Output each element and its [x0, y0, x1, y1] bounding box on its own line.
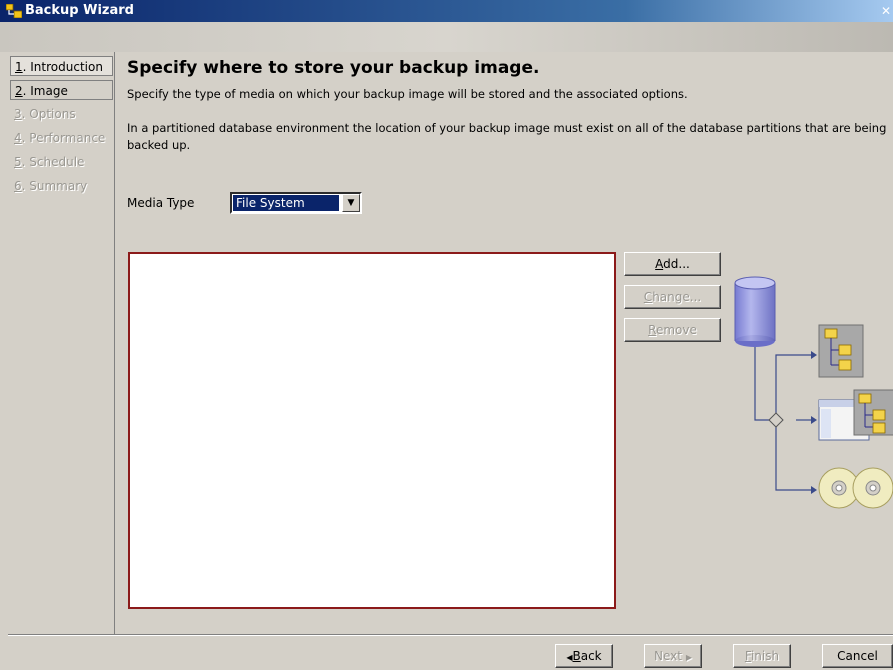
connector-lines: [754, 347, 811, 491]
close-icon[interactable]: ✕: [881, 3, 893, 19]
window-title: Backup Wizard: [25, 3, 134, 18]
database-icon: [734, 276, 776, 347]
wizard-banner: [0, 22, 893, 52]
finish-button: Finish: [733, 644, 791, 668]
diamond-junction: [768, 412, 784, 428]
nav-step-options: 3. Options: [14, 107, 76, 121]
media-type-value: File System: [233, 195, 339, 211]
nav-step-summary: 6. Summary: [14, 179, 88, 193]
page-description: Specify the type of media on which your …: [127, 87, 688, 101]
folder-tree-icon: [818, 324, 864, 378]
backup-media-illustration: [734, 276, 893, 509]
next-arrow-icon: ▶: [685, 653, 692, 662]
backup-wizard-icon: [6, 4, 22, 18]
cd-disc-icon: [818, 467, 893, 509]
nav-step-schedule: 5. Schedule: [14, 155, 85, 169]
chevron-down-icon[interactable]: ▼: [342, 194, 360, 212]
media-type-label: Media Type: [127, 196, 195, 210]
change-button: Change...: [624, 285, 721, 309]
nav-step-introduction[interactable]: 1. Introduction: [10, 56, 113, 76]
title-bar: Backup Wizard ✕: [0, 0, 893, 22]
add-button[interactable]: Add...: [624, 252, 721, 276]
back-button[interactable]: ◀Back: [555, 644, 613, 668]
wizard-step-nav: 1. Introduction 2. Image 3. Options 4. P…: [8, 52, 115, 634]
footer-separator: [8, 634, 893, 636]
remove-button: Remove: [624, 318, 721, 342]
cancel-button[interactable]: Cancel: [822, 644, 893, 668]
window-folder-icon: [818, 389, 893, 441]
next-button: Next ▶: [644, 644, 702, 668]
partition-note: In a partitioned database environment th…: [127, 121, 887, 152]
backup-location-list[interactable]: [128, 252, 616, 609]
page-title: Specify where to store your backup image…: [127, 58, 540, 78]
nav-step-image[interactable]: 2. Image: [10, 80, 113, 100]
nav-step-performance: 4. Performance: [14, 131, 106, 145]
media-type-select[interactable]: File System ▼: [230, 192, 362, 214]
